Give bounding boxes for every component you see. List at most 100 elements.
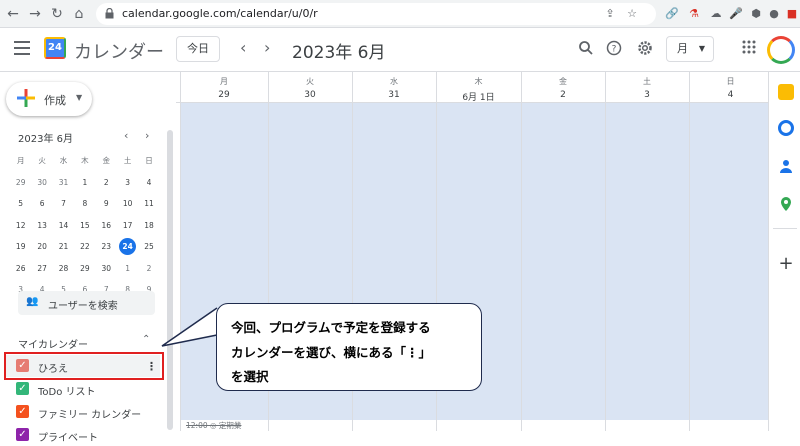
mini-calendar-next-button[interactable]: ›	[145, 129, 149, 142]
day-column-header[interactable]: 月 29	[180, 72, 268, 102]
day-column-header[interactable]: 金2	[521, 72, 605, 102]
mini-calendar-day-label: 30	[37, 177, 47, 187]
keep-icon[interactable]	[778, 84, 794, 100]
main-menu-icon[interactable]	[14, 41, 30, 55]
today-button[interactable]: 今日	[176, 36, 220, 62]
day-number[interactable]: 4	[689, 90, 772, 100]
mini-calendar-day[interactable]: 23	[96, 236, 117, 258]
link-extension-icon[interactable]: 🔗	[664, 6, 680, 22]
share-icon[interactable]: ⇪	[602, 6, 618, 22]
mini-calendar-day[interactable]: 26	[10, 258, 31, 280]
mini-calendar-day[interactable]: 25	[138, 236, 159, 258]
mini-calendar-day[interactable]: 19	[10, 236, 31, 258]
mini-calendar-day[interactable]: 8	[74, 193, 95, 215]
mini-calendar-day[interactable]: 2	[138, 258, 159, 280]
red-extension-icon[interactable]: ■	[784, 6, 800, 22]
settings-gear-icon[interactable]	[636, 40, 654, 58]
day-number[interactable]: 31	[352, 90, 436, 100]
mini-calendar-day[interactable]: 16	[96, 215, 117, 237]
search-icon[interactable]	[577, 40, 595, 58]
mini-calendar-prev-button[interactable]: ‹	[124, 129, 128, 142]
calendar-item-todo[interactable]: ✓ ToDo リスト	[4, 378, 160, 400]
view-select[interactable]: 月 ▼	[666, 36, 714, 62]
calendar-item-family[interactable]: ✓ ファミリー カレンダー	[4, 401, 160, 423]
sidebar-scrollbar[interactable]	[167, 130, 173, 430]
add-addon-icon[interactable]: +	[778, 255, 794, 273]
microphone-icon[interactable]: 🎤	[728, 6, 744, 22]
account-avatar[interactable]	[767, 36, 795, 64]
maps-icon[interactable]	[778, 196, 794, 212]
mini-calendar-day[interactable]: 20	[31, 236, 52, 258]
mini-calendar-day[interactable]: 1	[74, 172, 95, 194]
tasks-icon[interactable]	[778, 120, 794, 136]
mini-calendar-day-label: 8	[82, 199, 88, 208]
mini-calendar-day-label: 17	[122, 220, 133, 230]
mini-calendar-day[interactable]: 24	[117, 236, 138, 258]
mini-calendar-day[interactable]: 4	[138, 172, 159, 194]
mini-calendar-day[interactable]: 1	[117, 258, 138, 280]
my-calendars-title[interactable]: マイカレンダー	[18, 336, 88, 351]
mini-calendar-day[interactable]: 6	[31, 193, 52, 215]
day-column-header[interactable]: 土3	[605, 72, 689, 102]
user-search-input[interactable]: 👥 ユーザーを検索	[18, 291, 155, 315]
day-column-header[interactable]: 日4	[689, 72, 772, 102]
mini-calendar-day[interactable]: 7	[53, 193, 74, 215]
mini-calendar-day[interactable]: 31	[53, 172, 74, 194]
profile-extension-icon[interactable]: ●	[766, 6, 782, 22]
contacts-icon[interactable]	[778, 158, 794, 174]
previous-period-button[interactable]: ‹	[240, 38, 246, 57]
mini-calendar-day[interactable]: 21	[53, 236, 74, 258]
mini-calendar-day[interactable]: 29	[10, 172, 31, 194]
home-icon[interactable]: ⌂	[70, 5, 88, 23]
mini-calendar-day[interactable]: 28	[53, 258, 74, 280]
mini-calendar-day[interactable]: 9	[96, 193, 117, 215]
mini-calendar-day-label: 21	[58, 242, 69, 251]
checkbox-checked-icon[interactable]: ✓	[16, 382, 29, 395]
back-arrow-icon[interactable]: ←	[4, 5, 22, 23]
mini-calendar-day[interactable]: 30	[96, 258, 117, 280]
day-column-divider	[180, 72, 181, 431]
day-column-header[interactable]: 火 30	[268, 72, 352, 102]
day-name: 火	[306, 77, 314, 86]
cloud-extension-icon[interactable]: ☁	[708, 6, 724, 22]
day-column-header[interactable]: 木 6月 1日	[436, 72, 521, 103]
day-number[interactable]: 29	[180, 90, 268, 100]
mini-calendar-day[interactable]: 29	[74, 258, 95, 280]
address-bar[interactable]: calendar.google.com/calendar/u/0/r ⇪ ☆	[96, 3, 656, 25]
reload-icon[interactable]: ↻	[48, 5, 66, 23]
apps-grid-icon[interactable]	[740, 40, 758, 58]
forward-arrow-icon[interactable]: →	[26, 5, 44, 23]
checkbox-checked-icon[interactable]: ✓	[16, 428, 29, 441]
mini-calendar-day[interactable]: 10	[117, 193, 138, 215]
create-label: 作成	[44, 94, 66, 107]
mini-calendar-day[interactable]: 17	[117, 215, 138, 237]
next-period-button[interactable]: ›	[264, 38, 270, 57]
mini-calendar-day[interactable]: 2	[96, 172, 117, 194]
calendar-item-private[interactable]: ✓ プライベート	[4, 424, 160, 446]
help-icon[interactable]: ?	[605, 40, 623, 58]
flask-extension-icon[interactable]: ⚗	[686, 6, 702, 22]
mini-calendar-day[interactable]: 5	[10, 193, 31, 215]
mini-calendar-day[interactable]: 11	[138, 193, 159, 215]
day-number[interactable]: 3	[605, 90, 689, 100]
mini-calendar-day[interactable]: 27	[31, 258, 52, 280]
mini-calendar-day[interactable]: 30	[31, 172, 52, 194]
event-chip[interactable]: 12:00 ◎ 定期業	[186, 420, 241, 431]
shield-extension-icon[interactable]: ⬢	[748, 6, 764, 22]
mini-calendar-day[interactable]: 18	[138, 215, 159, 237]
bookmark-star-icon[interactable]: ☆	[624, 6, 640, 22]
mini-calendar-day[interactable]: 14	[53, 215, 74, 237]
chevron-up-icon[interactable]: ⌃	[142, 334, 150, 345]
day-number[interactable]: 30	[268, 90, 352, 100]
mini-calendar-day[interactable]: 15	[74, 215, 95, 237]
day-number[interactable]: 2	[521, 90, 605, 100]
mini-calendar-day[interactable]: 12	[10, 215, 31, 237]
mini-calendar-day[interactable]: 13	[31, 215, 52, 237]
checkbox-checked-icon[interactable]: ✓	[16, 405, 29, 418]
mini-calendar-day[interactable]: 3	[117, 172, 138, 194]
mini-calendar-weekday: 金	[102, 156, 111, 165]
mini-calendar-day[interactable]: 22	[74, 236, 95, 258]
day-number[interactable]: 6月 1日	[436, 90, 521, 103]
day-column-header[interactable]: 水 31	[352, 72, 436, 102]
create-button[interactable]: 作成 ▼	[6, 82, 92, 116]
